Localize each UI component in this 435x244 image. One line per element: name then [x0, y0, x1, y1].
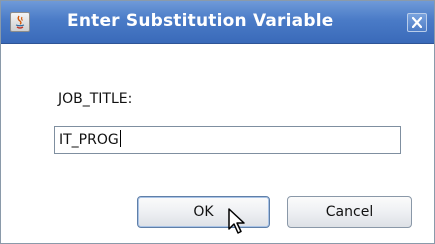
- text-caret: [119, 130, 121, 147]
- variable-label: JOB_TITLE:: [58, 91, 133, 107]
- substitution-variable-dialog: Enter Substitution Variable JOB_TITLE: I…: [0, 0, 435, 244]
- close-button[interactable]: [407, 13, 427, 32]
- input-text: IT_PROG: [59, 132, 119, 148]
- java-app-icon: [10, 12, 30, 32]
- cancel-button-label: Cancel: [325, 204, 374, 220]
- variable-value-input[interactable]: IT_PROG: [54, 126, 401, 154]
- close-icon: [412, 17, 422, 28]
- title-bar[interactable]: Enter Substitution Variable: [1, 1, 434, 44]
- ok-button-label: OK: [193, 204, 214, 220]
- dialog-title: Enter Substitution Variable: [67, 11, 334, 31]
- mouse-pointer-icon: [228, 208, 245, 234]
- cancel-button[interactable]: Cancel: [287, 196, 412, 228]
- ok-button[interactable]: OK: [137, 196, 270, 228]
